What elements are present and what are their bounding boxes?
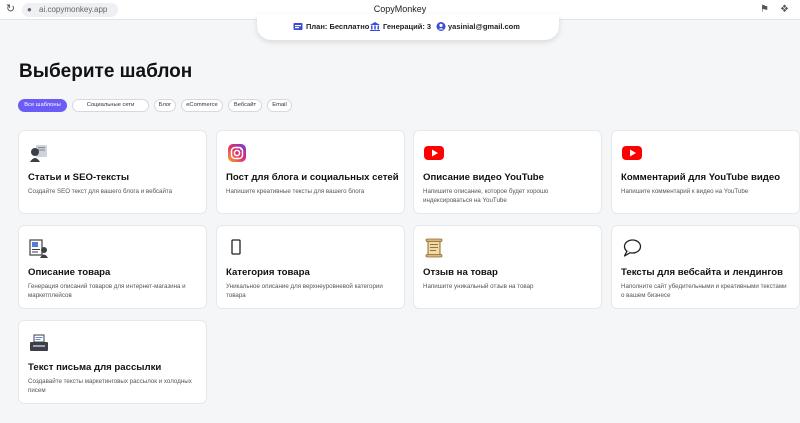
- filter-all[interactable]: Все шаблоны: [18, 99, 67, 112]
- card-title: Пост для блога и социальных сетей: [226, 172, 399, 183]
- generations-count: Генераций: 3: [383, 22, 432, 31]
- card-title: Текст письма для рассылки: [28, 362, 162, 373]
- card-title: Отзыв на товар: [423, 267, 498, 278]
- plan-label: План: Бесплатно: [306, 22, 370, 31]
- chevron-down-icon[interactable]: ⌄: [515, 22, 521, 32]
- bank-icon: [370, 22, 380, 31]
- template-card-youtube-description[interactable]: Описание видео YouTube Напишите описание…: [413, 130, 602, 214]
- user-info-bar: План: Бесплатно Генераций: 3 yasinial@gm…: [257, 14, 559, 40]
- template-card-product-description[interactable]: Описание товара Генерация описаний товар…: [18, 225, 207, 309]
- card-description: Создайте SEO текст для вашего блога и ве…: [28, 188, 173, 195]
- filter-email[interactable]: Email: [267, 99, 292, 112]
- product-icon: [29, 239, 48, 258]
- card-title: Описание видео YouTube: [423, 172, 544, 183]
- user-avatar-icon: [436, 22, 446, 31]
- speech-bubble-icon: [623, 239, 642, 257]
- page-title: Выберите шаблон: [19, 61, 193, 82]
- user-email[interactable]: yasinial@gmail.com: [448, 22, 520, 32]
- template-card-blog-post[interactable]: Пост для блога и социальных сетей Напиши…: [216, 130, 405, 214]
- card-description: Напишите креативные тексты для вашего бл…: [226, 188, 365, 195]
- card-title: Статьи и SEO-тексты: [28, 172, 130, 183]
- filter-website[interactable]: Вебсайт: [228, 99, 262, 112]
- card-description: Генерация описаний товаров для интернет-…: [28, 283, 186, 299]
- mail-print-icon: [30, 334, 48, 351]
- template-card-website-texts[interactable]: Тексты для вебсайта и лендингов Наполнит…: [611, 225, 800, 309]
- scroll-icon: [425, 238, 443, 258]
- youtube-icon: [622, 146, 642, 160]
- template-card-seo[interactable]: Статьи и SEO-тексты Создайте SEO текст д…: [18, 130, 207, 214]
- extension-icon[interactable]: ❖: [778, 3, 791, 16]
- card-description: Создавайте тексты маркетинговых рассылок…: [28, 378, 192, 394]
- filter-social[interactable]: Социальные сети: [72, 99, 149, 112]
- filter-blog[interactable]: Блог: [154, 99, 176, 112]
- card-title: Категория товара: [226, 267, 310, 278]
- card-title: Описание товара: [28, 267, 111, 278]
- template-card-product-review[interactable]: Отзыв на товар Напишите уникальный отзыв…: [413, 225, 602, 309]
- phone-icon: [231, 239, 241, 255]
- filter-ecommerce[interactable]: eCommerce: [181, 99, 223, 112]
- instagram-icon: [228, 144, 246, 162]
- card-description: Напишите уникальный отзыв на товар: [423, 283, 534, 290]
- window-title: CopyMonkey: [373, 4, 427, 14]
- template-card-youtube-comment[interactable]: Комментарий для YouTube видео Напишите к…: [611, 130, 800, 214]
- card-description: Наполните сайт убедительными и креативны…: [621, 283, 787, 299]
- template-card-product-category[interactable]: Категория товара Уникальное описание для…: [216, 225, 405, 309]
- card-title: Комментарий для YouTube видео: [621, 172, 781, 183]
- template-card-email-newsletter[interactable]: Текст письма для рассылки Создавайте тек…: [18, 320, 207, 404]
- card-description: Уникальное описание для верхнеуровневой …: [226, 283, 383, 299]
- card-title: Тексты для вебсайта и лендингов: [621, 267, 783, 278]
- plan-icon: [293, 23, 303, 30]
- youtube-icon: [424, 146, 444, 160]
- bookmark-icon[interactable]: ⚑: [758, 3, 771, 16]
- card-description: Напишите описание, которое будет хорошо …: [423, 188, 549, 204]
- card-description: Напишите комментарий к видео на YouTube: [621, 188, 749, 195]
- writer-icon: [30, 145, 47, 162]
